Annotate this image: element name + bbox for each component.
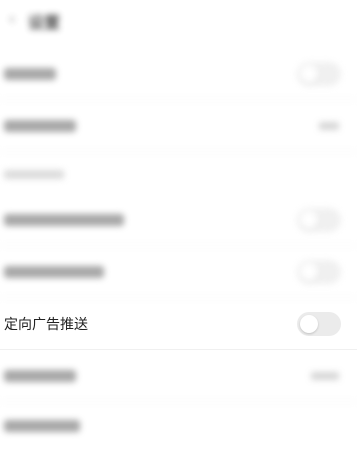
- page-title: 设置: [28, 15, 61, 32]
- chevron-left-icon[interactable]: ‹: [4, 8, 20, 28]
- toggle-switch[interactable]: [297, 62, 341, 86]
- row-label: [4, 266, 104, 278]
- toggle-knob: [300, 315, 318, 333]
- row-value: [319, 122, 339, 130]
- settings-screen: ‹ 设置 定向广告推送: [0, 0, 357, 450]
- toggle-knob: [300, 263, 318, 281]
- row-label: [4, 214, 124, 226]
- toggle-switch[interactable]: [297, 260, 341, 284]
- row-label: [4, 370, 76, 382]
- row-label: [4, 120, 76, 132]
- toggle-switch[interactable]: [297, 208, 341, 232]
- toggle-knob: [300, 211, 318, 229]
- targeted-ads-toggle[interactable]: [297, 312, 341, 336]
- row-label: [4, 420, 80, 432]
- settings-row-value-2[interactable]: [0, 350, 357, 402]
- toggle-knob: [300, 65, 318, 83]
- row-label: [4, 68, 56, 80]
- section-title: [4, 170, 64, 179]
- settings-row-toggle-3[interactable]: [0, 246, 357, 298]
- settings-row-value-1[interactable]: [0, 100, 357, 152]
- top-bar: ‹ 设置: [0, 0, 357, 40]
- divider: [0, 151, 357, 152]
- row-value: [311, 372, 339, 380]
- targeted-ads-label: 定向广告推送: [4, 316, 88, 332]
- settings-row-toggle-1[interactable]: [0, 48, 357, 100]
- settings-row-plain[interactable]: [0, 400, 357, 452]
- settings-row-toggle-2[interactable]: [0, 194, 357, 246]
- settings-row-targeted-ads[interactable]: 定向广告推送: [0, 298, 357, 350]
